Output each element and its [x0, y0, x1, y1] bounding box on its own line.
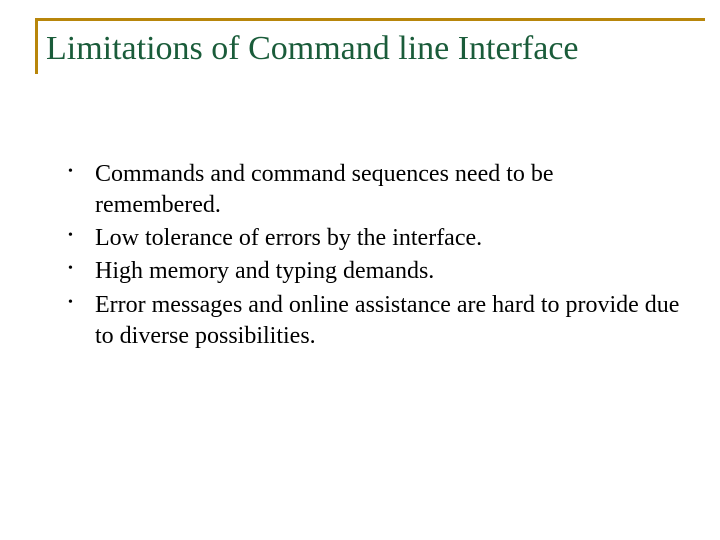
slide-container: Limitations of Command line Interface Co… [0, 0, 720, 540]
slide-title: Limitations of Command line Interface [46, 29, 705, 74]
list-item: Error messages and online assistance are… [60, 290, 685, 352]
bullet-list: Commands and command sequences need to b… [60, 159, 685, 352]
list-item: High memory and typing demands. [60, 256, 685, 287]
list-item: Low tolerance of errors by the interface… [60, 223, 685, 254]
title-wrapper: Limitations of Command line Interface [35, 18, 705, 74]
slide-content: Commands and command sequences need to b… [35, 159, 685, 352]
list-item: Commands and command sequences need to b… [60, 159, 685, 221]
